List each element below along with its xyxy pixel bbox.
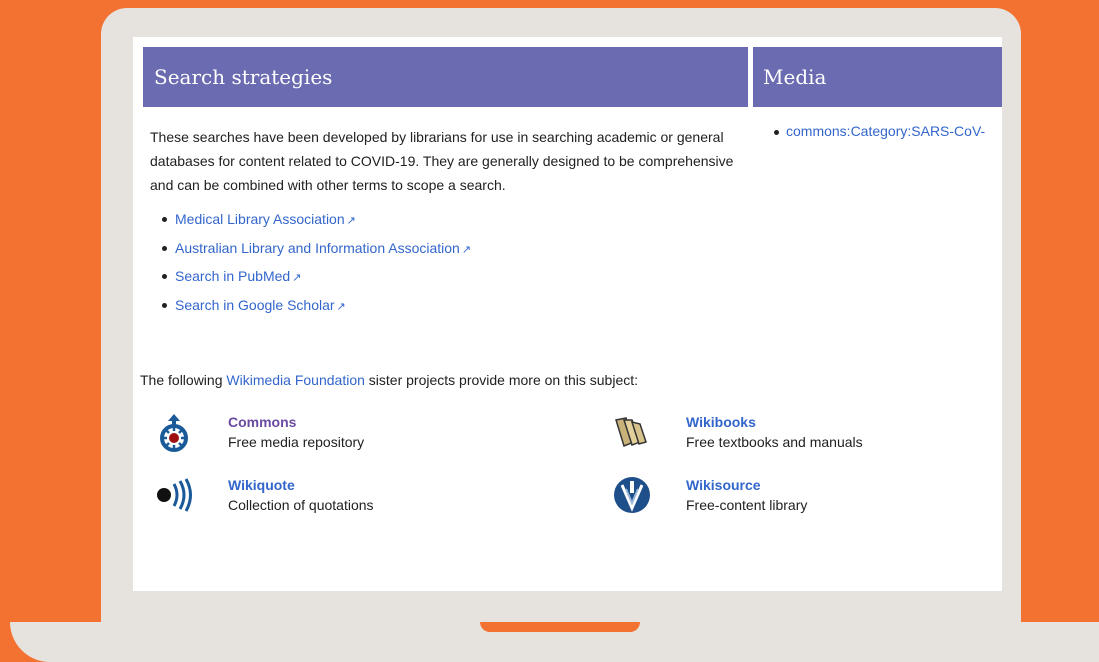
external-link-icon: ↗ bbox=[346, 215, 356, 227]
external-link-icon: ↗ bbox=[292, 272, 302, 284]
search-strategies-intro: These searches have been developed by li… bbox=[150, 129, 734, 193]
sister-projects-intro: The following Wikimedia Foundation siste… bbox=[140, 372, 639, 388]
media-header: Media bbox=[753, 47, 1002, 107]
media-title: Media bbox=[763, 65, 827, 89]
sister-project-wikibooks: Wikibooks Free textbooks and manuals bbox=[612, 412, 863, 452]
screen: Search strategies Media These searches h… bbox=[133, 37, 1002, 591]
wikiquote-icon bbox=[154, 475, 194, 515]
list-item: Search in Google Scholar ↗ bbox=[150, 292, 471, 321]
wikisource-description: Free-content library bbox=[686, 497, 808, 513]
external-link-icon: ↗ bbox=[461, 243, 472, 256]
medical-library-association-link[interactable]: Medical Library Association bbox=[175, 211, 345, 227]
commons-link[interactable]: Commons bbox=[228, 414, 296, 430]
sister-project-wikisource: Wikisource Free-content library bbox=[612, 475, 807, 515]
search-strategies-header: Search strategies bbox=[143, 47, 748, 107]
search-google-scholar-link[interactable]: Search in Google Scholar bbox=[175, 297, 335, 313]
list-item: Australian Library and Information Assoc… bbox=[150, 235, 471, 264]
commons-icon bbox=[154, 412, 194, 452]
wikibooks-link[interactable]: Wikibooks bbox=[686, 414, 756, 430]
australian-library-association-link[interactable]: Australian Library and Information Assoc… bbox=[175, 240, 460, 256]
wikiquote-description: Collection of quotations bbox=[228, 497, 374, 513]
list-item: Search in PubMed ↗ bbox=[150, 263, 471, 292]
laptop-notch bbox=[480, 622, 640, 632]
sister-project-commons: Commons Free media repository bbox=[154, 412, 364, 452]
list-item: commons:Category:SARS-CoV- bbox=[772, 123, 985, 139]
wikiquote-link[interactable]: Wikiquote bbox=[228, 477, 295, 493]
media-list: commons:Category:SARS-CoV- bbox=[772, 123, 985, 139]
search-pubmed-link[interactable]: Search in PubMed bbox=[175, 268, 290, 284]
commons-category-link[interactable]: commons:Category:SARS-CoV- bbox=[786, 123, 985, 139]
sister-project-wikiquote: Wikiquote Collection of quotations bbox=[154, 475, 374, 515]
search-strategies-title: Search strategies bbox=[154, 65, 333, 89]
commons-description: Free media repository bbox=[228, 434, 365, 450]
search-strategies-links: Medical Library Association ↗ Australian … bbox=[150, 206, 471, 320]
external-link-icon: ↗ bbox=[336, 300, 346, 313]
list-item: Medical Library Association ↗ bbox=[150, 206, 471, 235]
wikisource-link[interactable]: Wikisource bbox=[686, 477, 761, 493]
wikisource-icon bbox=[612, 475, 652, 515]
wikibooks-icon bbox=[612, 412, 652, 452]
wikimedia-foundation-link[interactable]: Wikimedia Foundation bbox=[226, 372, 365, 388]
wikibooks-description: Free textbooks and manuals bbox=[686, 434, 863, 450]
